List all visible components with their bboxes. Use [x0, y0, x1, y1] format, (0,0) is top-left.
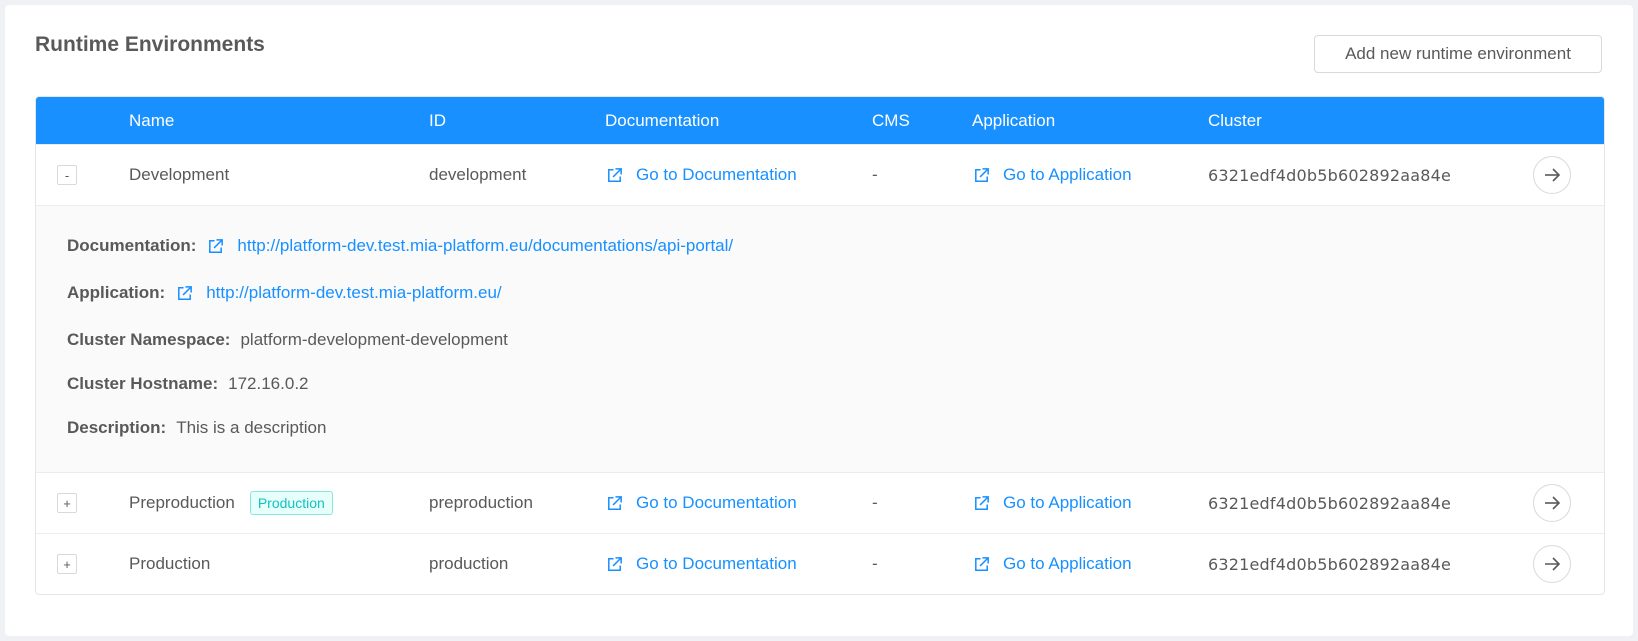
collapse-row-button[interactable]: -	[57, 165, 77, 185]
row-name: Development	[129, 165, 230, 184]
row-cluster: 6321edf4d0b5b602892aa84e	[1208, 554, 1452, 574]
arrow-right-icon	[1545, 557, 1561, 571]
detail-application-url: http://platform-dev.test.mia-platform.eu…	[206, 283, 502, 302]
row-name: Preproduction	[129, 493, 235, 512]
header-cms: CMS	[872, 110, 910, 130]
go-to-environment-button[interactable]	[1533, 545, 1571, 583]
detail-hostname-value: 172.16.0.2	[228, 374, 309, 393]
external-link-icon	[608, 556, 622, 571]
documentation-link-text: Go to Documentation	[636, 493, 797, 512]
header-name: Name	[129, 110, 175, 130]
application-link-text: Go to Application	[1003, 165, 1132, 184]
detail-description-value: This is a description	[176, 418, 327, 437]
detail-documentation-label: Documentation:	[67, 236, 197, 255]
detail-documentation: Documentation: http://platform-dev.test.…	[67, 236, 733, 256]
detail-description: Description: This is a description	[67, 418, 326, 438]
external-link-icon	[975, 556, 989, 571]
detail-namespace: Cluster Namespace: platform-development-…	[67, 330, 508, 350]
row-details-panel: Documentation: http://platform-dev.test.…	[36, 205, 1604, 472]
detail-hostname-label: Cluster Hostname:	[67, 374, 219, 393]
detail-namespace-value: platform-development-development	[240, 330, 508, 349]
table-row-preproduction: + Preproduction Production preproduction…	[36, 472, 1604, 533]
external-link-icon	[608, 167, 622, 182]
add-runtime-environment-button[interactable]: Add new runtime environment	[1314, 35, 1602, 73]
row-id: development	[429, 165, 527, 184]
production-tag: Production	[249, 491, 333, 515]
row-application-link[interactable]: Go to Application	[972, 473, 1132, 533]
header-application: Application	[972, 110, 1056, 130]
expand-row-button[interactable]: +	[57, 554, 77, 574]
external-link-icon	[178, 285, 193, 300]
row-cms: -	[872, 554, 878, 573]
external-link-icon	[608, 495, 622, 510]
detail-hostname: Cluster Hostname: 172.16.0.2	[67, 374, 309, 394]
row-application-link[interactable]: Go to Application	[972, 145, 1132, 205]
detail-description-label: Description:	[67, 418, 167, 437]
row-documentation-link[interactable]: Go to Documentation	[605, 534, 797, 594]
row-id: preproduction	[429, 493, 533, 512]
detail-namespace-label: Cluster Namespace:	[67, 330, 231, 349]
header-id: ID	[429, 110, 446, 130]
row-name-cell: Preproduction Production	[129, 473, 333, 533]
row-application-link[interactable]: Go to Application	[972, 534, 1132, 594]
runtime-environments-card: Runtime Environments Add new runtime env…	[5, 5, 1633, 636]
detail-documentation-link[interactable]: http://platform-dev.test.mia-platform.eu…	[206, 236, 733, 256]
row-cluster: 6321edf4d0b5b602892aa84e	[1208, 493, 1452, 513]
detail-application: Application: http://platform-dev.test.mi…	[67, 283, 502, 303]
header-documentation: Documentation	[605, 110, 720, 130]
row-documentation-link[interactable]: Go to Documentation	[605, 145, 797, 205]
go-to-environment-button[interactable]	[1533, 156, 1571, 194]
row-documentation-link[interactable]: Go to Documentation	[605, 473, 797, 533]
environments-table: Name ID Documentation CMS Application Cl…	[35, 96, 1605, 595]
table-row-development: - Development development Go to Document…	[36, 144, 1604, 205]
external-link-icon	[975, 167, 989, 182]
external-link-icon	[209, 238, 224, 253]
header-cluster: Cluster	[1208, 110, 1262, 130]
detail-application-label: Application:	[67, 283, 166, 302]
table-header: Name ID Documentation CMS Application Cl…	[36, 97, 1604, 144]
row-cluster: 6321edf4d0b5b602892aa84e	[1208, 165, 1452, 185]
application-link-text: Go to Application	[1003, 554, 1132, 573]
page-title: Runtime Environments	[35, 33, 265, 56]
row-cms: -	[872, 493, 878, 512]
arrow-right-icon	[1545, 168, 1561, 182]
table-row-production: + Production production Go to Documentat…	[36, 533, 1604, 594]
documentation-link-text: Go to Documentation	[636, 165, 797, 184]
row-id: production	[429, 554, 509, 573]
detail-documentation-url: http://platform-dev.test.mia-platform.eu…	[237, 236, 734, 255]
arrow-right-icon	[1545, 496, 1561, 510]
detail-application-link[interactable]: http://platform-dev.test.mia-platform.eu…	[175, 283, 502, 303]
go-to-environment-button[interactable]	[1533, 484, 1571, 522]
row-cms: -	[872, 165, 878, 184]
application-link-text: Go to Application	[1003, 493, 1132, 512]
external-link-icon	[975, 495, 989, 510]
documentation-link-text: Go to Documentation	[636, 554, 797, 573]
row-name: Production	[129, 554, 211, 573]
expand-row-button[interactable]: +	[57, 493, 77, 513]
